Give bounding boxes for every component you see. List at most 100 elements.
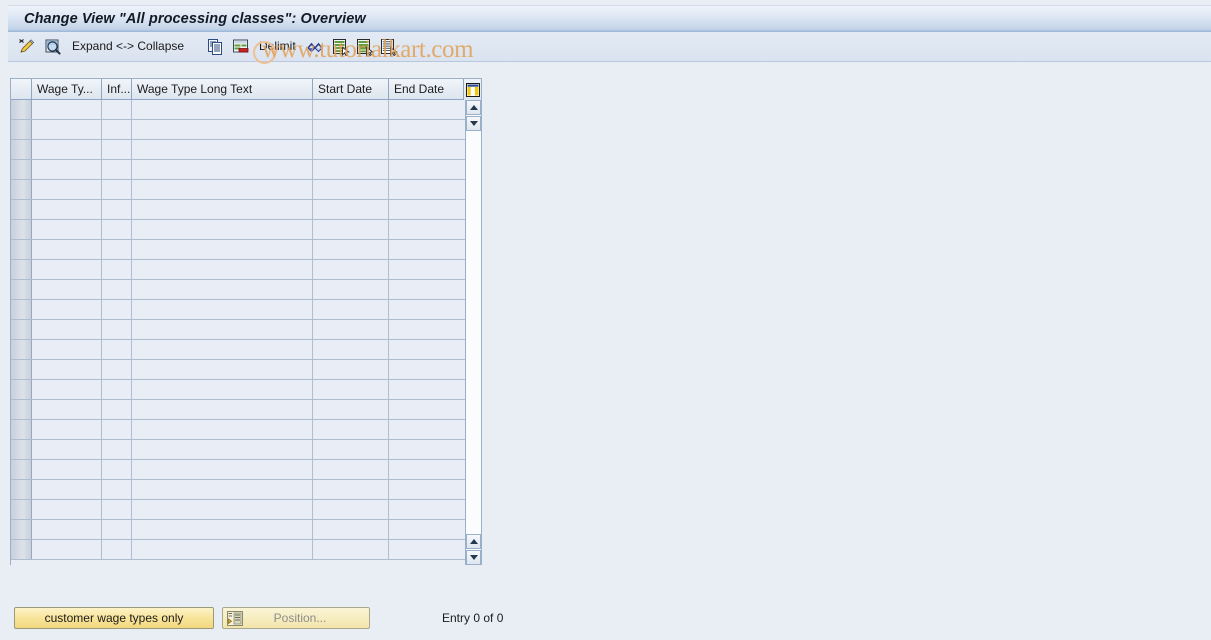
table-row[interactable]	[11, 460, 465, 480]
table-cell-wage-type[interactable]	[32, 160, 102, 179]
row-selector-cell[interactable]	[11, 240, 32, 259]
table-cell-infotype[interactable]	[102, 460, 132, 479]
table-cell-infotype[interactable]	[102, 320, 132, 339]
table-cell-long-text[interactable]	[132, 340, 313, 359]
table-cell-long-text[interactable]	[132, 400, 313, 419]
table-cell-end-date[interactable]	[389, 540, 465, 559]
table-cell-infotype[interactable]	[102, 260, 132, 279]
expand-collapse-button[interactable]: Expand <-> Collapse	[72, 39, 184, 53]
table-cell-end-date[interactable]	[389, 160, 465, 179]
table-cell-end-date[interactable]	[389, 320, 465, 339]
table-cell-infotype[interactable]	[102, 160, 132, 179]
table-cell-wage-type[interactable]	[32, 400, 102, 419]
table-row[interactable]	[11, 320, 465, 340]
table-cell-infotype[interactable]	[102, 240, 132, 259]
table-cell-long-text[interactable]	[132, 360, 313, 379]
table-cell-start-date[interactable]	[313, 520, 389, 539]
table-cell-wage-type[interactable]	[32, 500, 102, 519]
table-cell-infotype[interactable]	[102, 420, 132, 439]
undo-icon[interactable]	[306, 38, 324, 56]
row-selector-cell[interactable]	[11, 360, 32, 379]
table-cell-end-date[interactable]	[389, 280, 465, 299]
select-block-icon[interactable]	[356, 38, 374, 57]
table-cell-start-date[interactable]	[313, 440, 389, 459]
customer-wage-types-only-button[interactable]: customer wage types only	[14, 607, 214, 629]
table-cell-infotype[interactable]	[102, 500, 132, 519]
position-button[interactable]: Position...	[222, 607, 370, 629]
row-selector-cell[interactable]	[11, 320, 32, 339]
column-header-long-text[interactable]: Wage Type Long Text	[132, 79, 313, 99]
table-cell-end-date[interactable]	[389, 120, 465, 139]
table-cell-start-date[interactable]	[313, 300, 389, 319]
table-cell-wage-type[interactable]	[32, 220, 102, 239]
column-header-end-date[interactable]: End Date	[389, 79, 463, 99]
table-cell-infotype[interactable]	[102, 220, 132, 239]
table-cell-end-date[interactable]	[389, 400, 465, 419]
table-cell-end-date[interactable]	[389, 360, 465, 379]
table-cell-wage-type[interactable]	[32, 540, 102, 559]
table-cell-long-text[interactable]	[132, 220, 313, 239]
table-cell-wage-type[interactable]	[32, 120, 102, 139]
table-cell-long-text[interactable]	[132, 120, 313, 139]
table-cell-infotype[interactable]	[102, 180, 132, 199]
table-cell-long-text[interactable]	[132, 540, 313, 559]
table-cell-long-text[interactable]	[132, 140, 313, 159]
table-cell-wage-type[interactable]	[32, 320, 102, 339]
table-cell-start-date[interactable]	[313, 220, 389, 239]
table-cell-long-text[interactable]	[132, 240, 313, 259]
table-cell-start-date[interactable]	[313, 400, 389, 419]
table-row[interactable]	[11, 220, 465, 240]
table-cell-start-date[interactable]	[313, 460, 389, 479]
table-cell-infotype[interactable]	[102, 540, 132, 559]
table-vertical-scrollbar[interactable]	[465, 100, 481, 565]
table-row[interactable]	[11, 180, 465, 200]
table-cell-end-date[interactable]	[389, 180, 465, 199]
table-cell-wage-type[interactable]	[32, 420, 102, 439]
scroll-down-top-button[interactable]	[466, 116, 481, 131]
row-selector-cell[interactable]	[11, 540, 32, 559]
table-row[interactable]	[11, 160, 465, 180]
row-selector-cell[interactable]	[11, 340, 32, 359]
table-row[interactable]	[11, 440, 465, 460]
table-row[interactable]	[11, 480, 465, 500]
table-row[interactable]	[11, 100, 465, 120]
table-cell-infotype[interactable]	[102, 200, 132, 219]
table-row[interactable]	[11, 260, 465, 280]
row-selector-cell[interactable]	[11, 520, 32, 539]
table-cell-infotype[interactable]	[102, 120, 132, 139]
table-cell-infotype[interactable]	[102, 480, 132, 499]
table-row[interactable]	[11, 400, 465, 420]
table-row[interactable]	[11, 140, 465, 160]
table-cell-wage-type[interactable]	[32, 300, 102, 319]
table-cell-wage-type[interactable]	[32, 440, 102, 459]
row-selector-cell[interactable]	[11, 420, 32, 439]
table-cell-start-date[interactable]	[313, 140, 389, 159]
table-cell-wage-type[interactable]	[32, 280, 102, 299]
table-cell-long-text[interactable]	[132, 480, 313, 499]
row-selector-cell[interactable]	[11, 260, 32, 279]
scroll-up-bottom-button[interactable]	[466, 534, 481, 549]
table-cell-wage-type[interactable]	[32, 260, 102, 279]
table-cell-long-text[interactable]	[132, 500, 313, 519]
table-cell-infotype[interactable]	[102, 340, 132, 359]
table-cell-wage-type[interactable]	[32, 100, 102, 119]
table-cell-wage-type[interactable]	[32, 480, 102, 499]
table-cell-wage-type[interactable]	[32, 360, 102, 379]
row-selector-cell[interactable]	[11, 220, 32, 239]
row-selector-cell[interactable]	[11, 140, 32, 159]
table-cell-start-date[interactable]	[313, 120, 389, 139]
column-header-infotype[interactable]: Inf...	[102, 79, 132, 99]
table-cell-wage-type[interactable]	[32, 340, 102, 359]
delete-icon[interactable]	[232, 38, 250, 56]
table-cell-start-date[interactable]	[313, 540, 389, 559]
table-cell-end-date[interactable]	[389, 340, 465, 359]
new-entries-icon[interactable]	[18, 38, 36, 56]
table-cell-start-date[interactable]	[313, 420, 389, 439]
table-cell-end-date[interactable]	[389, 420, 465, 439]
row-selector-cell[interactable]	[11, 400, 32, 419]
column-header-selector[interactable]	[11, 79, 32, 99]
table-cell-wage-type[interactable]	[32, 460, 102, 479]
table-cell-end-date[interactable]	[389, 380, 465, 399]
table-cell-end-date[interactable]	[389, 480, 465, 499]
table-cell-end-date[interactable]	[389, 240, 465, 259]
